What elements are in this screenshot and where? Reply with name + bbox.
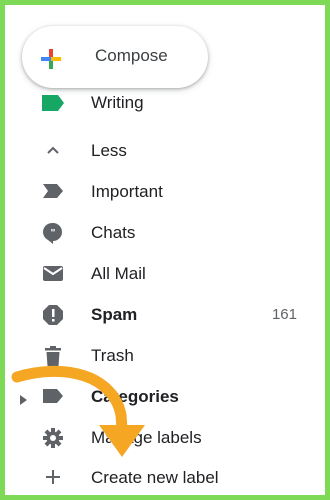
trash-icon [42,345,64,366]
sidebar-item-trash[interactable]: Trash [5,335,325,375]
sidebar-item-label: Trash [91,346,134,365]
sidebar-item-label: Categories [91,387,179,406]
sidebar-item-label: Create new label [91,468,219,487]
sidebar-item-less[interactable]: Less [5,130,325,170]
sidebar-item-spam[interactable]: Spam 161 [5,294,325,334]
sidebar-item-categories[interactable]: Categories [5,376,325,416]
important-icon [42,181,64,201]
unread-count: 161 [271,306,297,323]
label-tag-icon [42,386,64,406]
sidebar-item-label: Manage labels [91,428,202,447]
sidebar-item-label: Important [91,182,163,201]
plus-icon [41,49,61,69]
sidebar-item-label: Spam [91,305,138,324]
label-tag-icon [42,95,64,115]
gear-icon [42,427,64,448]
spam-icon [42,304,64,325]
chevron-up-icon [42,140,64,160]
plus-icon [42,467,64,487]
sidebar-panel: Compose Writing Less Important " Chats A… [0,0,330,500]
sidebar-item-chats[interactable]: " Chats [5,212,325,252]
chat-bubble-icon: " [42,222,64,244]
compose-label: Compose [95,46,168,65]
expand-arrow-icon[interactable] [20,392,28,410]
compose-button[interactable]: Compose [22,26,208,88]
sidebar-item-label: All Mail [91,264,146,283]
sidebar-item-manage-labels[interactable]: Manage labels [5,417,325,457]
sidebar-item-important[interactable]: Important [5,171,325,211]
sidebar-item-label: Chats [91,223,136,242]
sidebar-item-all-mail[interactable]: All Mail [5,253,325,293]
create-new-label-button[interactable]: Create new label [5,457,325,495]
svg-text:": " [51,228,56,239]
sidebar-item-label: Writing [91,93,144,112]
sidebar-item-label: Less [91,141,127,160]
mail-icon [42,263,64,283]
sidebar-item-writing[interactable]: Writing [5,93,325,123]
